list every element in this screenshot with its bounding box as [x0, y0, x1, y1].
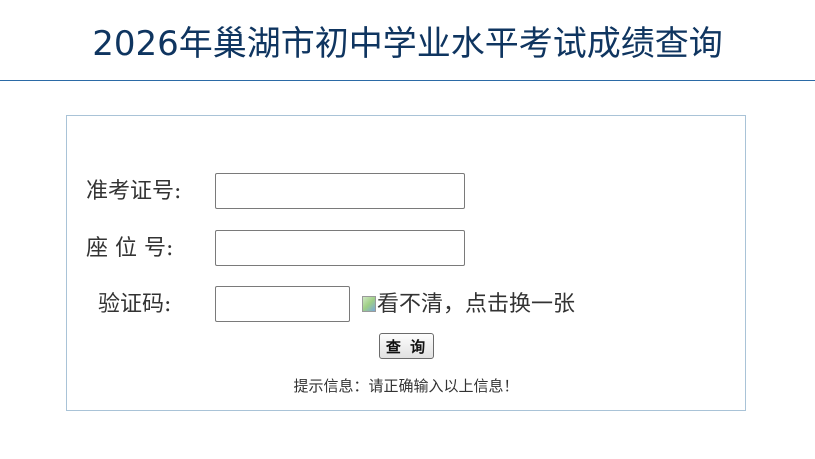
query-button[interactable]: 查 询 — [379, 333, 434, 359]
seat-number-label: 座 位 号: — [86, 236, 174, 261]
exam-number-input[interactable] — [215, 173, 465, 209]
exam-number-label: 准考证号: — [86, 179, 182, 204]
broken-image-icon — [362, 296, 376, 312]
captcha-label: 验证码: — [98, 292, 172, 317]
page-header: 2026年巢湖市初中学业水平考试成绩查询 — [0, 0, 815, 81]
captcha-input[interactable] — [215, 286, 350, 322]
hint-text: 提示信息：请正确输入以上信息！ — [293, 377, 519, 395]
captcha-refresh-text: 看不清，点击换一张 — [377, 292, 576, 317]
seat-number-input[interactable] — [215, 230, 465, 266]
page-title: 2026年巢湖市初中学业水平考试成绩查询 — [92, 24, 723, 64]
captcha-image[interactable]: 看不清，点击换一张 — [362, 291, 575, 319]
query-form: 准考证号: 座 位 号: 验证码: 看不清，点击换一张 查 询 提示信息：请正确… — [66, 115, 746, 411]
